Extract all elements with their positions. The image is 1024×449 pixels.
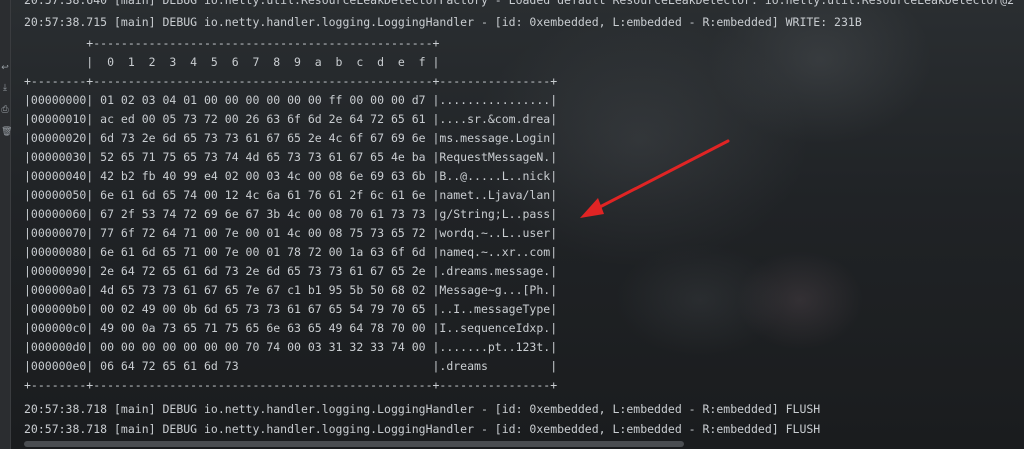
horizontal-scrollbar[interactable] <box>24 441 684 447</box>
annotation-arrow <box>580 139 730 218</box>
